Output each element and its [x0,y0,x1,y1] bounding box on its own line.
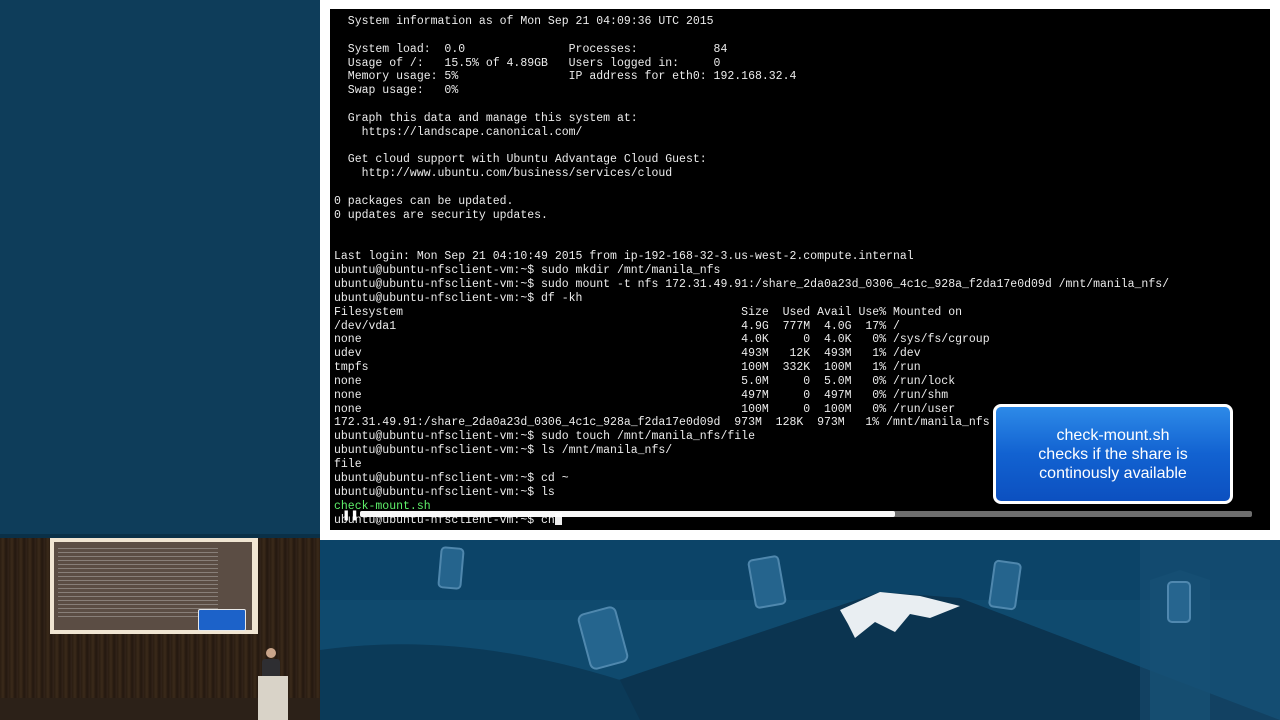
terminal-line: http://www.ubuntu.com/business/services/… [334,167,673,181]
terminal-line: Get cloud support with Ubuntu Advantage … [334,153,707,167]
projection-callout [198,609,246,631]
terminal-line: Last login: Mon Sep 21 04:10:49 2015 fro… [334,250,914,264]
video-scrubber[interactable]: ❚❚ [334,508,1254,521]
terminal-line: 172.31.49.91:/share_2da0a23d_0306_4c1c_9… [334,416,990,430]
terminal-line: ubuntu@ubuntu-nfsclient-vm:~$ cd ~ [334,471,569,485]
terminal-line: Swap usage: 0% [334,84,459,98]
background-illustration [320,540,1280,720]
callout-line-2: checks if the share is [1038,445,1188,463]
play-pause-icon[interactable]: ❚❚ [342,510,359,521]
callout-line-3: continously available [1039,464,1187,482]
projection-screen-text [58,548,218,618]
terminal-line: /dev/vda1 4.9G 777M 4.0G 17% / [334,319,900,333]
terminal-line: Usage of /: 15.5% of 4.89GB Users logged… [334,56,721,70]
terminal-line: udev 493M 12K 493M 1% /dev [334,347,921,361]
terminal-line: https://landscape.canonical.com/ [334,125,583,139]
terminal-line: Memory usage: 5% IP address for eth0: 19… [334,70,797,84]
terminal-line: ubuntu@ubuntu-nfsclient-vm:~$ sudo mount… [334,278,1170,292]
progress-track[interactable] [360,511,1252,517]
terminal-line: none 5.0M 0 5.0M 0% /run/lock [334,374,956,388]
terminal-line: none 497M 0 497M 0% /run/shm [334,388,949,402]
terminal-line: tmpfs 100M 332K 100M 1% /run [334,361,921,375]
terminal-line: none 4.0K 0 4.0K 0% /sys/fs/cgroup [334,333,990,347]
stage-camera-feed [0,538,320,720]
terminal-line: 0 updates are security updates. [334,208,548,222]
terminal-line: System load: 0.0 Processes: 84 [334,42,728,56]
terminal-line: ubuntu@ubuntu-nfsclient-vm:~$ sudo touch… [334,430,755,444]
terminal-line: Graph this data and manage this system a… [334,111,638,125]
terminal-line: Filesystem Size Used Avail Use% Mounted … [334,305,963,319]
progress-fill [360,511,896,517]
podium [258,676,288,720]
terminal-line: ubuntu@ubuntu-nfsclient-vm:~$ sudo mkdir… [334,264,721,278]
terminal-line: ubuntu@ubuntu-nfsclient-vm:~$ df -kh [334,291,583,305]
left-panel [0,0,320,538]
annotation-callout: check-mount.sh checks if the share is co… [993,404,1233,504]
terminal-line: 0 packages can be updated. [334,194,514,208]
terminal-line: ubuntu@ubuntu-nfsclient-vm:~$ ls /mnt/ma… [334,444,673,458]
terminal-line: System information as of Mon Sep 21 04:0… [334,15,714,28]
terminal-line: file [334,458,362,471]
terminal-line: none 100M 0 100M 0% /run/user [334,402,956,416]
callout-line-1: check-mount.sh [1056,426,1170,444]
terminal-line: ubuntu@ubuntu-nfsclient-vm:~$ ls [334,485,555,499]
